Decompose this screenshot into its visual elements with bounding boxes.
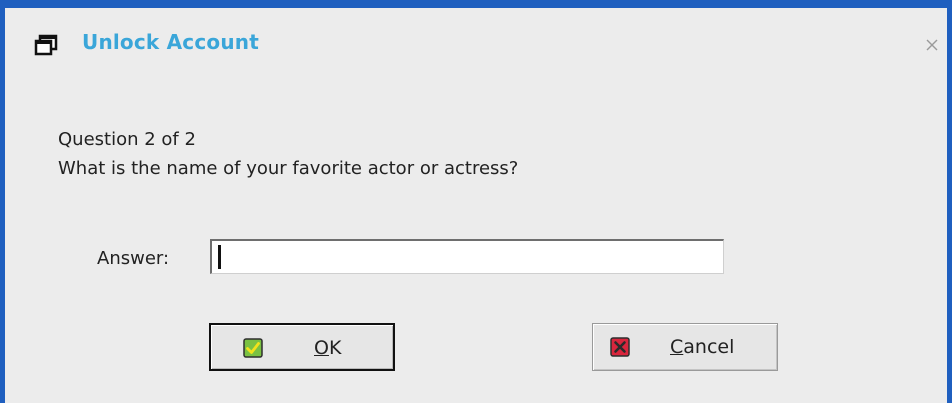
answer-label: Answer: [97,248,170,269]
close-icon[interactable] [923,36,941,54]
answer-input[interactable] [210,239,724,274]
cancel-button[interactable]: Cancel [592,323,778,371]
cancel-button-label: Cancel [670,336,735,358]
ok-button[interactable]: OK [209,323,395,371]
dialog-title: Unlock Account [82,30,259,54]
check-icon [243,338,263,358]
text-cursor [218,245,221,269]
question-prompt: What is the name of your favorite actor … [58,158,519,179]
unlock-account-dialog: Unlock Account Question 2 of 2 What is t… [0,0,952,403]
ok-button-label: OK [314,337,342,359]
title-bar: Unlock Account [5,8,947,80]
window-icon [34,33,58,57]
x-icon [610,337,630,357]
question-number: Question 2 of 2 [58,129,196,150]
